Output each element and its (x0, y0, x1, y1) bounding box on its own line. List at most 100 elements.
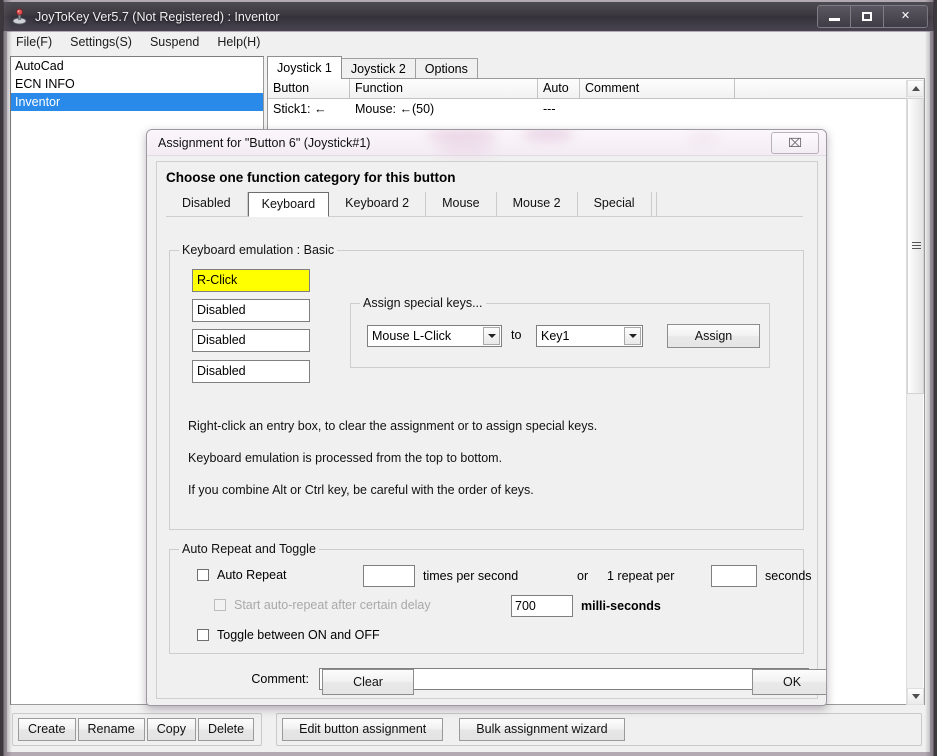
list-item[interactable]: ECN INFO (11, 75, 263, 93)
assign-button[interactable]: Assign (667, 324, 760, 348)
tab-joystick-2[interactable]: Joystick 2 (340, 58, 416, 79)
function-category-tabs: Disabled Keyboard Keyboard 2 Mouse Mouse… (166, 192, 803, 217)
tab-mouse[interactable]: Mouse (426, 192, 497, 216)
hint-line-2: Keyboard emulation is processed from the… (188, 451, 503, 465)
menu-item-suspend[interactable]: Suspend (141, 33, 208, 52)
button-assignment-dialog: Assignment for "Button 6" (Joystick#1) ⌧… (146, 129, 827, 706)
grid-header-function[interactable]: Function (350, 79, 538, 98)
clear-button[interactable]: Clear (322, 669, 414, 695)
menu-item-help[interactable]: Help(H) (208, 33, 269, 52)
tab-keyboard[interactable]: Keyboard (247, 192, 330, 217)
list-item[interactable]: Inventor (11, 93, 263, 111)
window-title: JoyToKey Ver5.7 (Not Registered) : Inven… (35, 9, 280, 24)
toggle-on-off-label: Toggle between ON and OFF (217, 628, 380, 642)
one-repeat-per-label: 1 repeat per (607, 569, 675, 583)
close-icon: ✕ (900, 10, 911, 22)
create-button[interactable]: Create (18, 717, 76, 741)
dialog-footer: Clear OK Cancel (147, 669, 826, 699)
tab-options[interactable]: Options (414, 58, 478, 79)
cell-function: Mouse: ←(50) (355, 102, 435, 116)
auto-repeat-legend: Auto Repeat and Toggle (179, 542, 319, 556)
scroll-up-arrow-icon[interactable] (907, 80, 924, 97)
special-key-target-value: Key1 (541, 329, 570, 343)
cell-button: Stick1: ← (273, 102, 327, 116)
background-blur-blob (687, 134, 721, 144)
grid-header-button[interactable]: Button (268, 79, 350, 98)
grid-header-auto[interactable]: Auto (538, 79, 580, 98)
milli-seconds-label: milli-seconds (581, 599, 661, 613)
dialog-title: Assignment for "Button 6" (Joystick#1) (158, 135, 371, 150)
keyboard-emulation-legend: Keyboard emulation : Basic (179, 243, 338, 257)
key-entry-2[interactable]: Disabled (192, 299, 310, 322)
grid-header-comment[interactable]: Comment (580, 79, 735, 98)
close-icon: ⌧ (788, 136, 802, 150)
cell-auto: --- (543, 102, 556, 116)
scrollbar-thumb[interactable] (907, 98, 924, 394)
auto-repeat-toggle-group: Auto Repeat and Toggle Auto Repeat times… (169, 542, 812, 654)
menu-item-settings[interactable]: Settings(S) (61, 33, 141, 52)
hint-line-3: If you combine Alt or Ctrl key, be caref… (188, 483, 534, 497)
dialog-titlebar: Assignment for "Button 6" (Joystick#1) ⌧ (147, 130, 826, 156)
special-key-target-dropdown[interactable]: Key1 (536, 325, 643, 347)
maximize-button[interactable] (851, 6, 884, 27)
joytokey-main-window: JoyToKey Ver5.7 (Not Registered) : Inven… (0, 0, 937, 756)
scroll-down-arrow-icon[interactable] (907, 688, 924, 705)
assignment-actions-group: Edit button assignment Bulk assignment w… (276, 712, 922, 746)
grid-header-spacer (735, 79, 924, 98)
grid-body: Stick1: ← Mouse: ←(50) --- (268, 99, 924, 119)
times-per-second-label: times per second (423, 569, 519, 583)
start-auto-repeat-delay-label: Start auto-repeat after certain delay (234, 598, 431, 612)
seconds-input[interactable] (711, 565, 757, 587)
profile-actions-group: Create Rename Copy Delete (12, 712, 263, 746)
background-blur-blob (522, 130, 574, 141)
start-auto-repeat-delay-checkbox[interactable] (214, 599, 226, 611)
joystick-tabstrip: Joystick 1 Joystick 2 Options (267, 56, 478, 79)
assign-special-keys-legend: Assign special keys... (360, 296, 486, 310)
bottom-toolbar: Create Rename Copy Delete Edit button as… (10, 709, 922, 749)
auto-repeat-label: Auto Repeat (217, 568, 287, 582)
close-button[interactable]: ✕ (884, 6, 927, 27)
bulk-assignment-wizard-button[interactable]: Bulk assignment wizard (459, 717, 625, 741)
grid-vertical-scrollbar[interactable] (906, 80, 924, 705)
window-controls: ✕ (817, 5, 928, 28)
joystick-icon (11, 8, 28, 25)
list-item[interactable]: AutoCad (11, 57, 263, 75)
special-key-source-dropdown[interactable]: Mouse L-Click (367, 325, 502, 347)
window-titlebar: JoyToKey Ver5.7 (Not Registered) : Inven… (3, 2, 934, 31)
key-entry-4[interactable]: Disabled (192, 360, 310, 383)
delay-milliseconds-input[interactable]: 700 (511, 595, 573, 617)
times-per-second-input[interactable] (363, 565, 415, 587)
background-blur-blob (437, 143, 495, 156)
key-entry-1[interactable]: R-Click (192, 269, 310, 292)
chevron-down-icon[interactable] (624, 327, 641, 345)
edit-button-assignment-button[interactable]: Edit button assignment (282, 717, 444, 741)
chevron-down-icon[interactable] (483, 327, 500, 345)
tab-disabled[interactable]: Disabled (166, 192, 248, 216)
or-label: or (577, 569, 589, 583)
keyboard-emulation-group: Keyboard emulation : Basic R-Click Disab… (169, 243, 804, 530)
auto-repeat-checkbox[interactable] (197, 569, 209, 581)
menu-item-file[interactable]: File(F) (7, 33, 61, 52)
toggle-on-off-checkbox[interactable] (197, 629, 209, 641)
tab-mouse-2[interactable]: Mouse 2 (497, 192, 578, 216)
background-blur-blob (427, 130, 497, 144)
ok-button[interactable]: OK (752, 669, 826, 695)
dialog-body: Choose one function category for this bu… (156, 161, 818, 699)
hint-line-1: Right-click an entry box, to clear the a… (188, 419, 598, 433)
grid-header-row: Button Function Auto Comment (268, 79, 924, 99)
dialog-close-button[interactable]: ⌧ (771, 132, 819, 154)
key-entry-3[interactable]: Disabled (192, 329, 310, 352)
tab-special[interactable]: Special (578, 192, 652, 216)
menu-bar: File(F) Settings(S) Suspend Help(H) (7, 32, 930, 52)
tab-keyboard-2[interactable]: Keyboard 2 (329, 192, 427, 216)
delete-button[interactable]: Delete (197, 717, 255, 741)
rename-button[interactable]: Rename (77, 717, 145, 741)
copy-button[interactable]: Copy (146, 717, 196, 741)
minimize-button[interactable] (818, 6, 851, 27)
assign-special-keys-group: Assign special keys... Mouse L-Click to … (350, 296, 770, 368)
tab-joystick-1[interactable]: Joystick 1 (267, 56, 342, 79)
dialog-heading: Choose one function category for this bu… (166, 170, 456, 185)
table-row[interactable]: Stick1: ← Mouse: ←(50) --- (268, 99, 924, 119)
tab-strip-tail (652, 192, 657, 216)
special-key-separator-label: to (511, 328, 522, 342)
